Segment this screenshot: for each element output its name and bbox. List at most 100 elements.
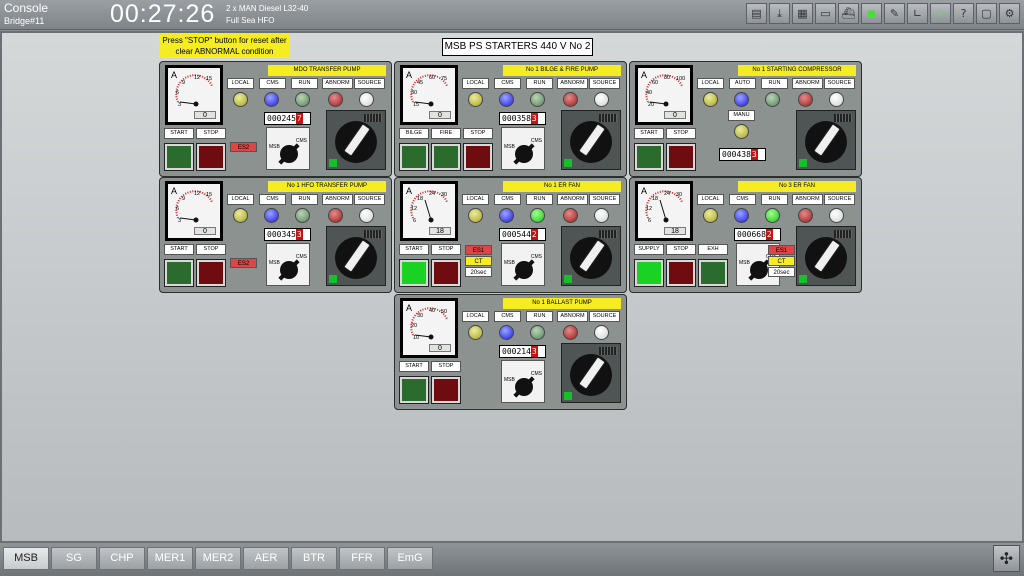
label-run: RUN — [291, 194, 318, 205]
start-button[interactable] — [165, 144, 193, 170]
ammeter-face: A 20 40 60 80 100 0 — [638, 68, 690, 122]
ship-icon[interactable]: ⛴ — [838, 3, 859, 24]
counter-value: 000438 — [722, 150, 751, 159]
scale-label: 15 — [206, 76, 212, 82]
switch-grille — [364, 114, 382, 122]
stop-button[interactable] — [197, 260, 225, 286]
fire-button[interactable] — [432, 144, 460, 170]
counter-value: 000544 — [502, 230, 531, 239]
msb-label: MSB — [504, 144, 515, 150]
main-breaker-switch[interactable] — [561, 343, 621, 403]
ammeter-hub — [193, 101, 199, 107]
supply-button[interactable] — [635, 260, 663, 286]
stop-button[interactable] — [464, 144, 492, 170]
fan-icon[interactable]: ✣ — [993, 545, 1020, 572]
label-cms: CMS — [259, 78, 286, 89]
engine-icon[interactable]: ◼ — [861, 3, 882, 24]
counter-last-digit: 2 — [765, 229, 773, 240]
comment-icon[interactable]: ◌ — [930, 3, 951, 24]
local-lamp — [703, 92, 718, 107]
pen-icon[interactable]: ✎ — [884, 3, 905, 24]
tab-mer1[interactable]: MER1 — [147, 547, 193, 570]
label-run: RUN — [526, 78, 553, 89]
stop-label: STOP — [431, 244, 461, 255]
print-icon[interactable]: ▤ — [746, 3, 767, 24]
scale-label: 40 — [646, 90, 652, 96]
tab-mer2[interactable]: MER2 — [195, 547, 241, 570]
tab-btr[interactable]: BTR — [291, 547, 337, 570]
ammeter-reading: 18 — [664, 227, 686, 235]
stop-button[interactable] — [197, 144, 225, 170]
start-button[interactable] — [400, 260, 428, 286]
main-breaker-switch[interactable] — [326, 226, 386, 286]
abnorm-lamp — [328, 208, 343, 223]
stop-button[interactable] — [432, 377, 460, 403]
label-abnorm: ABNORM — [557, 78, 588, 89]
stop-label: STOP — [463, 128, 493, 139]
tab-emg[interactable]: EmG — [387, 547, 433, 570]
start-button[interactable] — [635, 144, 663, 170]
ammeter-reading: 0 — [194, 111, 216, 119]
ammeter-hub — [663, 217, 669, 223]
ammeter-face: A 6 12 18 24 30 18 — [638, 184, 690, 238]
exh-button[interactable] — [699, 260, 727, 286]
run-lamp — [295, 92, 310, 107]
tab-chp[interactable]: CHP — [99, 547, 145, 570]
bilge-button[interactable] — [400, 144, 428, 170]
label-source: SOURCE — [824, 78, 855, 89]
stop-button[interactable] — [667, 144, 695, 170]
msb-cms-selector[interactable]: MSB CMS — [501, 360, 545, 403]
console-title: Console — [4, 1, 49, 15]
document-icon[interactable]: ▦ — [792, 3, 813, 24]
download-icon[interactable]: ⤓ — [769, 3, 790, 24]
ammeter: A 10 20 30 40 50 0 — [400, 298, 458, 358]
main-breaker-switch[interactable] — [561, 226, 621, 286]
main-breaker-switch[interactable] — [561, 110, 621, 170]
tab-msb[interactable]: MSB — [3, 547, 49, 570]
main-breaker-switch[interactable] — [326, 110, 386, 170]
label-run: RUN — [761, 78, 788, 89]
scale-label: 3 — [178, 102, 181, 108]
counter-value: 000214 — [502, 347, 531, 356]
local-lamp — [468, 325, 483, 340]
label-local: LOCAL — [697, 78, 724, 89]
source-lamp — [829, 92, 844, 107]
window-icon[interactable]: ▢ — [976, 3, 997, 24]
help-icon[interactable]: ? — [953, 3, 974, 24]
tab-ffr[interactable]: FFR — [339, 547, 385, 570]
ammeter-hub — [428, 101, 434, 107]
stop-button[interactable] — [667, 260, 695, 286]
main-breaker-switch[interactable] — [796, 110, 856, 170]
stop-button[interactable] — [432, 260, 460, 286]
manu-button[interactable]: MANU — [728, 110, 755, 121]
cms-lamp — [734, 208, 749, 223]
settings-icon[interactable]: ⚙ — [999, 3, 1020, 24]
switch-led — [329, 275, 337, 283]
panel-title: No 3 ER FAN — [738, 181, 856, 192]
counter-last-digit: 3 — [530, 113, 538, 124]
tab-sg[interactable]: SG — [51, 547, 97, 570]
label-abnorm: ABNORM — [322, 78, 353, 89]
stop-label: STOP — [666, 244, 696, 255]
switch-grille — [834, 114, 852, 122]
chart-icon[interactable]: ∟ — [907, 3, 928, 24]
run-lamp — [765, 92, 780, 107]
msb-cms-selector[interactable]: MSB CMS — [266, 243, 310, 286]
starter-panel: A 6 12 18 24 30 18 No 3 ER FAN LOCAL CMS RUN ABNORM… — [629, 177, 862, 293]
clock: 00:27:26 — [110, 0, 216, 28]
start-button[interactable] — [400, 377, 428, 403]
ammeter-hub — [663, 101, 669, 107]
truck-icon[interactable]: ▭ — [815, 3, 836, 24]
ammeter: A 15 30 45 60 75 0 — [400, 65, 458, 125]
msb-cms-selector[interactable]: MSB CMS — [501, 243, 545, 286]
main-breaker-switch[interactable] — [796, 226, 856, 286]
msb-cms-selector[interactable]: MSB CMS — [266, 127, 310, 170]
timer-indicator: 20sec — [768, 267, 795, 277]
switch-grille — [599, 230, 617, 238]
run-lamp — [295, 208, 310, 223]
tab-aer[interactable]: AER — [243, 547, 289, 570]
es2-indicator: ES2 — [230, 258, 257, 268]
start-button[interactable] — [165, 260, 193, 286]
msb-cms-selector[interactable]: MSB CMS — [501, 127, 545, 170]
label-cms: CMS — [494, 311, 521, 322]
